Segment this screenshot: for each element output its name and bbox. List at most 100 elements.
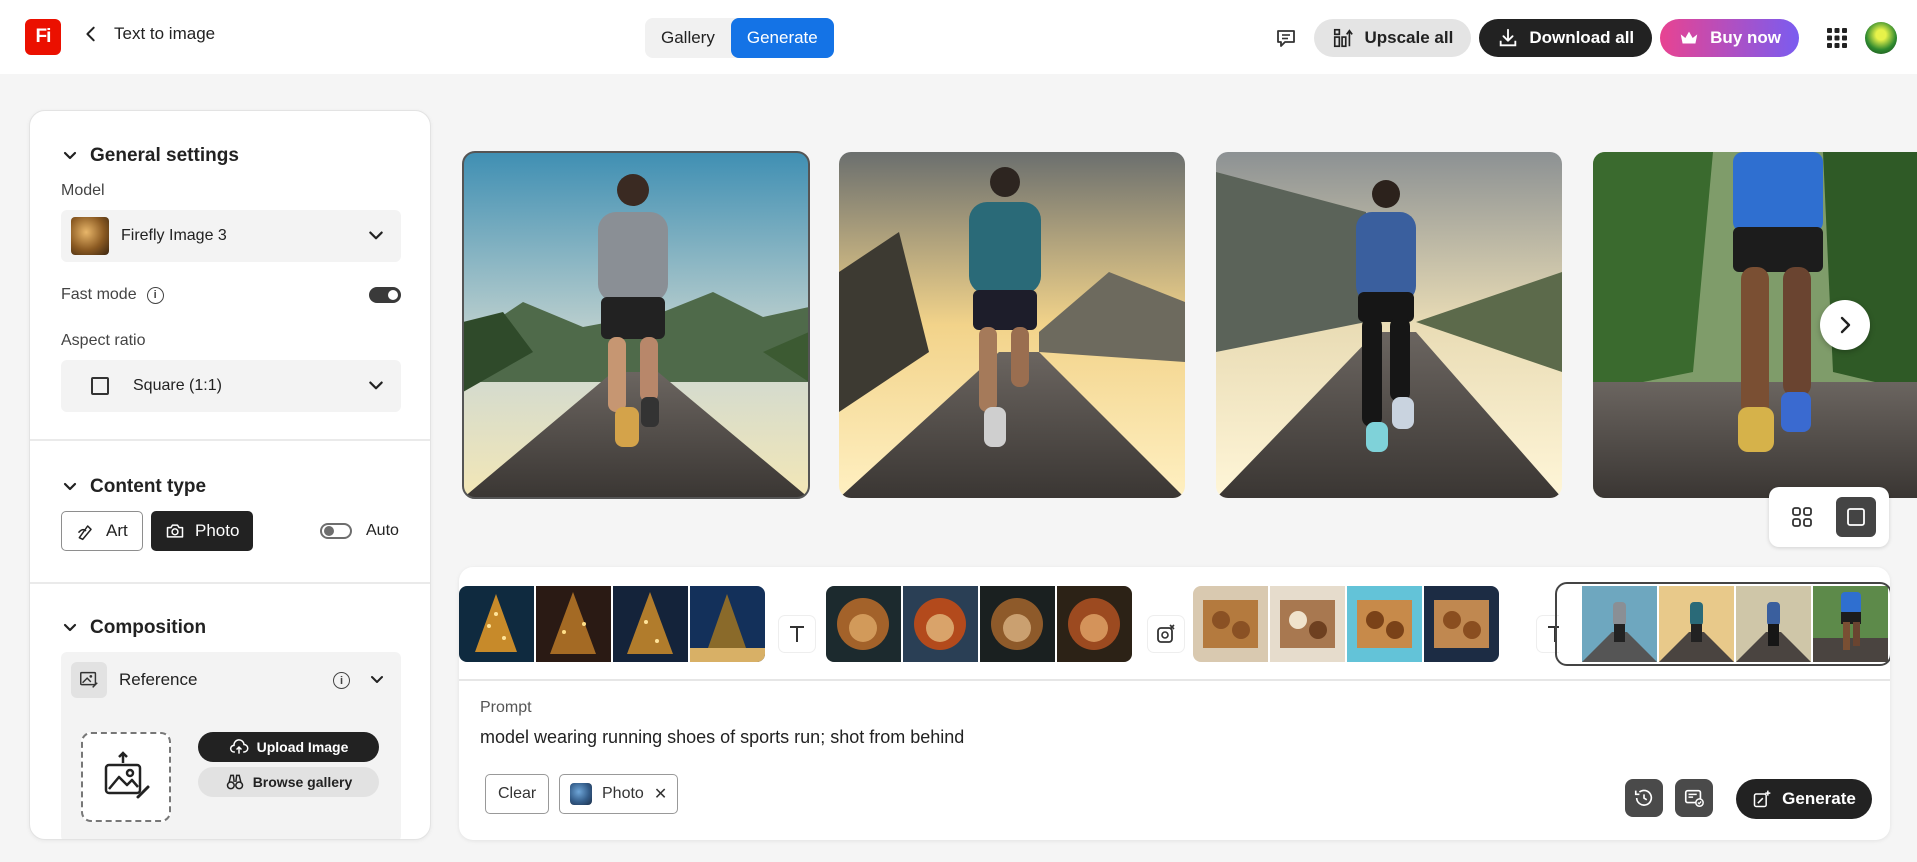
history-group-trees[interactable] [459, 586, 765, 662]
reference-header[interactable]: Reference [71, 662, 197, 698]
art-label: Art [106, 521, 128, 540]
history-thumbnail [1193, 586, 1268, 662]
aspect-ratio-dropdown[interactable]: Square (1:1) [61, 360, 401, 412]
settings-panel: General settings Model Firefly Image 3 F… [29, 110, 431, 840]
divider [30, 439, 430, 441]
browse-gallery-label: Browse gallery [252, 774, 353, 790]
model-thumbnail [71, 217, 109, 255]
history-thumbnail [1347, 586, 1422, 662]
art-button[interactable]: Art [61, 511, 143, 551]
generated-image-2[interactable] [839, 152, 1185, 498]
chip-label: Photo [602, 785, 644, 802]
square-icon [91, 377, 109, 395]
upscale-all-label: Upscale all [1364, 28, 1454, 47]
grid-view-button[interactable] [1782, 497, 1822, 537]
download-all-button[interactable]: Download all [1479, 19, 1653, 57]
history-thumbnail [1659, 586, 1734, 662]
firefly-logo[interactable]: Fi [25, 19, 61, 55]
crown-icon [1680, 31, 1698, 44]
fast-mode-toggle[interactable] [369, 287, 401, 303]
reference-image-icon [71, 662, 107, 698]
upscale-all-button[interactable]: Upscale all [1314, 19, 1472, 57]
general-settings-header[interactable]: General settings [62, 145, 239, 167]
tab-gallery[interactable]: Gallery [645, 18, 731, 58]
auto-label: Auto [366, 522, 399, 539]
upscale-icon [1334, 28, 1354, 48]
generated-image-3[interactable] [1216, 152, 1562, 498]
chevron-down-icon [63, 482, 77, 491]
generative-image-icon [1148, 616, 1184, 652]
history-thumbnail [903, 586, 978, 662]
apps-grid-icon [1827, 28, 1847, 48]
photo-label: Photo [195, 521, 240, 540]
generate-button[interactable]: Generate [1736, 779, 1872, 819]
header-actions: Upscale all Download all Buy now [1266, 18, 1897, 58]
toggle-knob [388, 290, 398, 300]
auto-toggle[interactable] [320, 523, 352, 539]
cloud-upload-icon [229, 739, 249, 754]
grid-icon [1792, 507, 1812, 527]
comment-icon [1277, 30, 1296, 47]
content-type-title: Content type [90, 476, 207, 497]
history-strip [459, 567, 1890, 681]
runner-image [463, 152, 809, 498]
history-thumbnail [1057, 586, 1132, 662]
info-icon[interactable]: i [333, 672, 350, 689]
photo-style-chip[interactable]: Photo ✕ [559, 774, 679, 814]
buy-now-button[interactable]: Buy now [1660, 19, 1799, 57]
single-view-button[interactable] [1836, 497, 1876, 537]
history-thumbnail [1813, 586, 1888, 662]
square-icon [1847, 508, 1865, 526]
prompt-input[interactable]: model wearing running shoes of sports ru… [480, 727, 964, 748]
reference-drop-zone[interactable] [81, 732, 171, 822]
history-thumbnail [1270, 586, 1345, 662]
aspect-ratio-value: Square (1:1) [133, 377, 222, 394]
upload-image-button[interactable]: Upload Image [198, 732, 379, 762]
next-image-button[interactable] [1820, 300, 1870, 350]
browse-gallery-button[interactable]: Browse gallery [198, 767, 379, 797]
model-dropdown[interactable]: Firefly Image 3 [61, 210, 401, 262]
avatar[interactable] [1865, 22, 1897, 54]
history-group-cookies[interactable] [1193, 586, 1499, 662]
prompt-suggestions-button[interactable] [1675, 779, 1713, 817]
fast-mode-label: Fast mode [61, 286, 137, 303]
back-link[interactable]: Text to image [82, 24, 215, 44]
feedback-button[interactable] [1266, 18, 1306, 58]
content-type-header[interactable]: Content type [62, 476, 206, 498]
chevron-down-icon [63, 623, 77, 632]
close-icon[interactable]: ✕ [654, 784, 667, 804]
runner-image [839, 152, 1185, 498]
model-value: Firefly Image 3 [121, 227, 227, 244]
chevron-down-icon [63, 151, 77, 160]
chip-thumbnail [570, 783, 592, 805]
history-thumbnail [613, 586, 688, 662]
generate-label: Generate [1782, 789, 1856, 808]
prompt-label: Prompt [480, 699, 532, 716]
history-button[interactable] [1625, 779, 1663, 817]
history-thumbnail [459, 586, 534, 662]
fast-mode-row: Fast mode i [61, 286, 164, 304]
history-thumbnail [980, 586, 1055, 662]
camera-icon [166, 524, 184, 538]
generate-icon [1753, 790, 1771, 808]
composition-title: Composition [90, 617, 207, 638]
view-mode-toggle [1769, 487, 1889, 547]
info-icon[interactable]: i [146, 286, 164, 304]
chevron-down-icon[interactable] [369, 672, 385, 688]
reference-section: Reference i Upload Image Browse gallery [61, 652, 401, 839]
text-prompt-icon [779, 616, 815, 652]
top-bar: Fi Text to image Gallery Generate Upscal… [0, 0, 1917, 74]
prompt-panel: Prompt model wearing running shoes of sp… [459, 567, 1890, 840]
composition-header[interactable]: Composition [62, 617, 206, 639]
history-group-lions[interactable] [826, 586, 1132, 662]
clear-button[interactable]: Clear [485, 774, 550, 814]
tab-generate[interactable]: Generate [730, 18, 834, 58]
chevron-down-icon [369, 231, 383, 240]
photo-button[interactable]: Photo [151, 511, 254, 551]
brush-icon [77, 525, 92, 541]
runner-image [1216, 152, 1562, 498]
history-group-runners[interactable] [1555, 582, 1890, 666]
buy-now-label: Buy now [1710, 28, 1781, 47]
generated-image-1[interactable] [462, 151, 810, 499]
apps-button[interactable] [1817, 18, 1857, 58]
